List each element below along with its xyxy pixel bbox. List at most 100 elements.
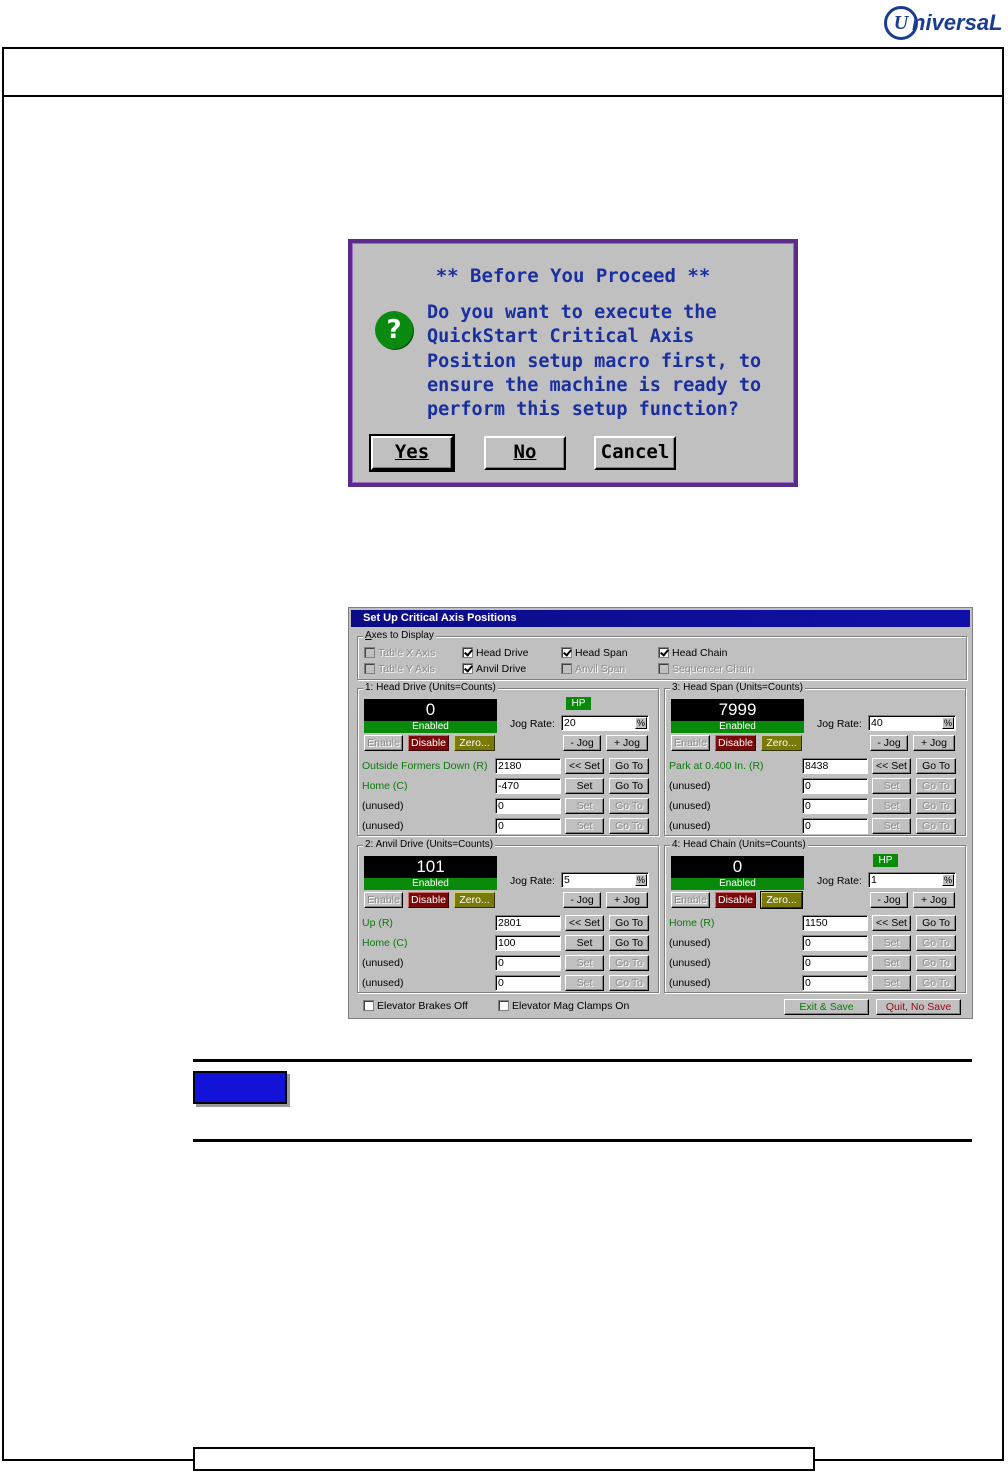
set-button[interactable]: << Set [565, 915, 604, 931]
jog-rate-input[interactable]: 1% [868, 872, 956, 888]
position-label: Outside Formers Down (R) [362, 760, 488, 772]
set-button[interactable]: << Set [565, 758, 604, 774]
jog-plus-button[interactable]: + Jog [606, 735, 648, 751]
enable-button[interactable]: Enable [671, 892, 710, 908]
position-input[interactable]: 1150 [802, 915, 868, 931]
note-badge [193, 1071, 287, 1104]
position-input[interactable]: 0 [802, 818, 868, 834]
position-input[interactable]: 0 [495, 798, 561, 814]
spin-icon[interactable]: % [942, 874, 954, 886]
go-to-button[interactable]: Go To [609, 955, 649, 971]
disable-button[interactable]: Disable [408, 735, 449, 751]
spin-icon[interactable]: % [635, 874, 647, 886]
go-to-button[interactable]: Go To [609, 798, 649, 814]
go-to-button[interactable]: Go To [916, 935, 956, 951]
set-button[interactable]: Set [565, 818, 604, 834]
set-button[interactable]: << Set [872, 758, 911, 774]
dialog-message: Do you want to execute the QuickStart Cr… [427, 302, 762, 421]
set-button[interactable]: Set [565, 955, 604, 971]
jog-rate-input[interactable]: 40% [868, 715, 956, 731]
go-to-button[interactable]: Go To [916, 955, 956, 971]
set-button[interactable]: << Set [872, 915, 911, 931]
go-to-button[interactable]: Go To [609, 935, 649, 951]
jog-minus-button[interactable]: - Jog [870, 735, 908, 751]
go-to-button[interactable]: Go To [916, 915, 956, 931]
axis-checkbox-head-chain[interactable]: Head Chain [658, 647, 727, 660]
disable-button[interactable]: Disable [715, 735, 756, 751]
go-to-button[interactable]: Go To [609, 778, 649, 794]
go-to-button[interactable]: Go To [916, 778, 956, 794]
position-input[interactable]: -470 [495, 778, 561, 794]
exit-save-button[interactable]: Exit & Save [784, 999, 869, 1015]
position-input[interactable]: 0 [802, 935, 868, 951]
set-button[interactable]: Set [565, 935, 604, 951]
position-input[interactable]: 100 [495, 935, 561, 951]
go-to-button[interactable]: Go To [609, 758, 649, 774]
position-input[interactable]: 2801 [495, 915, 561, 931]
position-label: Home (C) [362, 780, 408, 792]
position-input[interactable]: 2180 [495, 758, 561, 774]
go-to-button[interactable]: Go To [609, 915, 649, 931]
before-you-proceed-dialog: ** Before You Proceed ** ? Do you want t… [348, 239, 798, 487]
axis-checkbox-label: Table X Axis [378, 647, 436, 659]
axis-checkbox-anvil-drive[interactable]: Anvil Drive [462, 663, 526, 676]
position-input[interactable]: 0 [802, 955, 868, 971]
jog-rate-input[interactable]: 5% [561, 872, 649, 888]
jog-rate-value: 1 [871, 874, 877, 886]
spin-icon[interactable]: % [942, 717, 954, 729]
position-input[interactable]: 8438 [802, 758, 868, 774]
axis-panel-4: 4: Head Chain (Units=Counts) 0 Enabled HP Jo… [664, 839, 966, 993]
set-button[interactable]: Set [872, 975, 911, 991]
enable-button[interactable]: Enable [364, 735, 403, 751]
quit-no-save-button[interactable]: Quit, No Save [876, 999, 961, 1015]
position-input[interactable]: 0 [495, 975, 561, 991]
disable-button[interactable]: Disable [715, 892, 756, 908]
go-to-button[interactable]: Go To [916, 975, 956, 991]
jog-minus-button[interactable]: - Jog [870, 892, 908, 908]
checkbox-box [498, 1000, 509, 1011]
go-to-button[interactable]: Go To [609, 975, 649, 991]
set-button[interactable]: Set [565, 798, 604, 814]
axis-checkbox-head-span[interactable]: Head Span [561, 647, 628, 660]
set-button[interactable]: Set [565, 778, 604, 794]
enable-button[interactable]: Enable [671, 735, 710, 751]
set-button[interactable]: Set [872, 818, 911, 834]
elevator-clamps-checkbox[interactable]: Elevator Mag Clamps On [498, 1000, 629, 1013]
jog-minus-button[interactable]: - Jog [563, 735, 601, 751]
go-to-button[interactable]: Go To [916, 798, 956, 814]
position-input[interactable]: 0 [802, 798, 868, 814]
set-button[interactable]: Set [872, 935, 911, 951]
elevator-brakes-checkbox[interactable]: Elevator Brakes Off [363, 1000, 468, 1013]
position-input[interactable]: 0 [495, 955, 561, 971]
cancel-button[interactable]: Cancel [594, 436, 676, 470]
set-button[interactable]: Set [872, 955, 911, 971]
jog-plus-button[interactable]: + Jog [913, 735, 955, 751]
position-input-value: 0 [498, 820, 504, 832]
position-input[interactable]: 0 [802, 975, 868, 991]
go-to-button[interactable]: Go To [609, 818, 649, 834]
go-to-button[interactable]: Go To [916, 818, 956, 834]
jog-minus-button[interactable]: - Jog [563, 892, 601, 908]
enable-button[interactable]: Enable [364, 892, 403, 908]
window-title: Set Up Critical Axis Positions [351, 610, 970, 627]
position-input[interactable]: 0 [802, 778, 868, 794]
set-button[interactable]: Set [565, 975, 604, 991]
zero-button[interactable]: Zero... [760, 891, 803, 909]
checkbox-box [658, 663, 669, 674]
no-button[interactable]: No [484, 436, 566, 470]
yes-button[interactable]: Yes [369, 434, 455, 472]
go-to-button[interactable]: Go To [916, 758, 956, 774]
jog-rate-input[interactable]: 20% [561, 715, 649, 731]
set-button[interactable]: Set [872, 798, 911, 814]
zero-button[interactable]: Zero... [761, 735, 802, 751]
set-button[interactable]: Set [872, 778, 911, 794]
zero-button[interactable]: Zero... [454, 735, 495, 751]
axis-checkbox-head-drive[interactable]: Head Drive [462, 647, 529, 660]
jog-plus-button[interactable]: + Jog [913, 892, 955, 908]
spin-icon[interactable]: % [635, 717, 647, 729]
zero-button[interactable]: Zero... [454, 892, 495, 908]
jog-plus-button[interactable]: + Jog [606, 892, 648, 908]
disable-button[interactable]: Disable [408, 892, 449, 908]
position-input-value: 0 [805, 800, 811, 812]
position-input[interactable]: 0 [495, 818, 561, 834]
